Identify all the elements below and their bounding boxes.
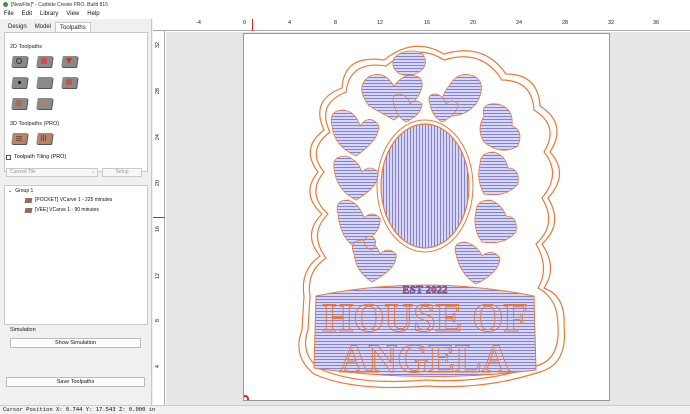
ruler-cursor-marker — [153, 217, 165, 218]
ruler-tick: 16 — [155, 226, 161, 233]
ruler-tick: 32 — [155, 42, 161, 49]
contour-toolpath-button[interactable] — [11, 53, 28, 70]
status-bar: Cursor Position X: 0.744 Y: 17.543 Z: 0.… — [0, 405, 690, 414]
ruler-tick: 12 — [377, 20, 384, 26]
ruler-tick: 8 — [155, 319, 161, 323]
menu-bar: File Edit Library View Help — [0, 9, 690, 19]
toolpath-item-vee[interactable]: [VEE] VCarve 1 - 90 minutes — [24, 207, 99, 213]
contour-icon — [16, 58, 22, 64]
advanced-vcarve-button[interactable] — [61, 74, 78, 91]
3d-rough-icon — [16, 135, 22, 141]
stock-material[interactable]: EST 2022 HOUSE OF ANGELA — [241, 33, 610, 403]
design-canvas[interactable]: -4 0 4 8 12 16 20 24 28 32 36 32 28 24 2… — [153, 19, 690, 405]
toolpath-tiling-label: Toolpath Tiling (PRO) — [14, 154, 67, 160]
left-panel: Design Model Toolpaths 2D Toolpaths 3D T… — [0, 19, 152, 405]
show-simulation-button[interactable]: Show Simulation — [10, 338, 141, 348]
tree-group[interactable]: ⌄ Group 1 — [8, 188, 33, 194]
window-title: [NewFile]* - Carbide Create PRO, Build 8… — [11, 1, 108, 8]
texture-toolpath-button[interactable] — [36, 74, 53, 91]
3d-finish-icon — [41, 135, 47, 141]
origin-marker — [241, 395, 249, 403]
menu-file[interactable]: File — [4, 11, 14, 17]
setup-button[interactable]: Setup — [102, 168, 142, 177]
toolpath-tiling-checkbox[interactable] — [6, 154, 11, 160]
3d-finish-button[interactable] — [36, 130, 53, 147]
ruler-tick: 24 — [516, 20, 523, 26]
tab-design[interactable]: Design — [4, 22, 31, 32]
app-icon — [3, 2, 8, 7]
center-oval — [380, 123, 470, 249]
canvas-stage[interactable]: EST 2022 HOUSE OF ANGELA — [166, 32, 690, 405]
toolpath-item-label: [POCKET] VCarve 1 - 225 minutes — [35, 197, 113, 203]
vcarve-icon — [66, 58, 72, 64]
ruler-tick: 32 — [608, 20, 615, 26]
pocket-icon — [41, 58, 47, 64]
ruler-tick: 4 — [288, 20, 292, 26]
toolpath-item-pocket[interactable]: [POCKET] VCarve 1 - 225 minutes — [24, 197, 113, 203]
tab-toolpaths[interactable]: Toolpaths — [55, 22, 91, 32]
rough-icon — [16, 100, 22, 106]
drill-icon — [18, 81, 21, 84]
menu-library[interactable]: Library — [40, 11, 58, 17]
tab-model[interactable]: Model — [31, 22, 55, 32]
vcarve-toolpath-icon — [24, 207, 33, 213]
texture-icon — [41, 79, 47, 85]
vcarve-toolpath-icon — [24, 197, 33, 203]
pocket-toolpath-button[interactable] — [36, 53, 53, 70]
ruler-tick: 8 — [334, 20, 338, 26]
ruler-tick: -4 — [196, 20, 201, 26]
ruler-tick: 36 — [653, 20, 660, 26]
toolpath-list: ⌄ Group 1 [POCKET] VCarve 1 - 225 minute… — [4, 185, 148, 325]
menu-view[interactable]: View — [66, 11, 79, 17]
ruler-tick: 4 — [155, 365, 161, 369]
rough-toolpath-button[interactable] — [11, 95, 28, 112]
toolpath-tiling-row[interactable]: Toolpath Tiling (PRO) — [6, 154, 66, 160]
title-bar: [NewFile]* - Carbide Create PRO, Build 8… — [0, 0, 690, 9]
design-text-line2: ANGELA — [339, 336, 510, 381]
top-ruler: -4 0 4 8 12 16 20 24 28 32 36 — [153, 19, 690, 31]
left-ruler: 32 28 24 20 16 12 8 4 — [153, 31, 165, 405]
advanced-vcarve-icon — [66, 79, 72, 85]
ruler-tick: 28 — [562, 20, 569, 26]
ruler-tick: 20 — [155, 180, 161, 187]
toolpath-item-label: [VEE] VCarve 1 - 90 minutes — [35, 207, 99, 213]
ruler-tick: 24 — [155, 134, 161, 141]
ruler-tick: 20 — [470, 20, 477, 26]
finish-icon — [41, 100, 47, 106]
ruler-cursor-marker — [252, 19, 253, 31]
ruler-tick: 16 — [424, 20, 431, 26]
section-3d-toolpaths: 3D Toolpaths (PRO) — [10, 121, 60, 127]
drill-toolpath-button[interactable] — [11, 74, 28, 91]
ruler-tick: 0 — [243, 20, 247, 26]
ruler-tick: 12 — [155, 273, 161, 280]
panel-tabs: Design Model Toolpaths — [4, 22, 91, 32]
current-tile-select[interactable]: Current Tile ⌄ — [6, 168, 98, 177]
menu-edit[interactable]: Edit — [22, 11, 32, 17]
save-toolpaths-button[interactable]: Save Toolpaths — [6, 377, 145, 387]
finish-toolpath-button[interactable] — [36, 95, 53, 112]
menu-help[interactable]: Help — [87, 11, 99, 17]
group-label: Group 1 — [15, 188, 34, 194]
section-2d-toolpaths: 2D Toolpaths — [10, 44, 43, 50]
chevron-down-icon[interactable]: ⌄ — [8, 188, 12, 194]
vcarve-toolpath-button[interactable] — [61, 53, 78, 70]
toolpath-preview: EST 2022 HOUSE OF ANGELA — [241, 45, 566, 403]
chevron-down-icon: ⌄ — [90, 169, 95, 175]
ruler-tick: 28 — [155, 88, 161, 95]
design-text-line1: HOUSE OF — [322, 295, 528, 340]
current-tile-value: Current Tile — [10, 169, 36, 175]
3d-rough-button[interactable] — [11, 130, 28, 147]
simulation-label: Simulation — [10, 327, 36, 333]
